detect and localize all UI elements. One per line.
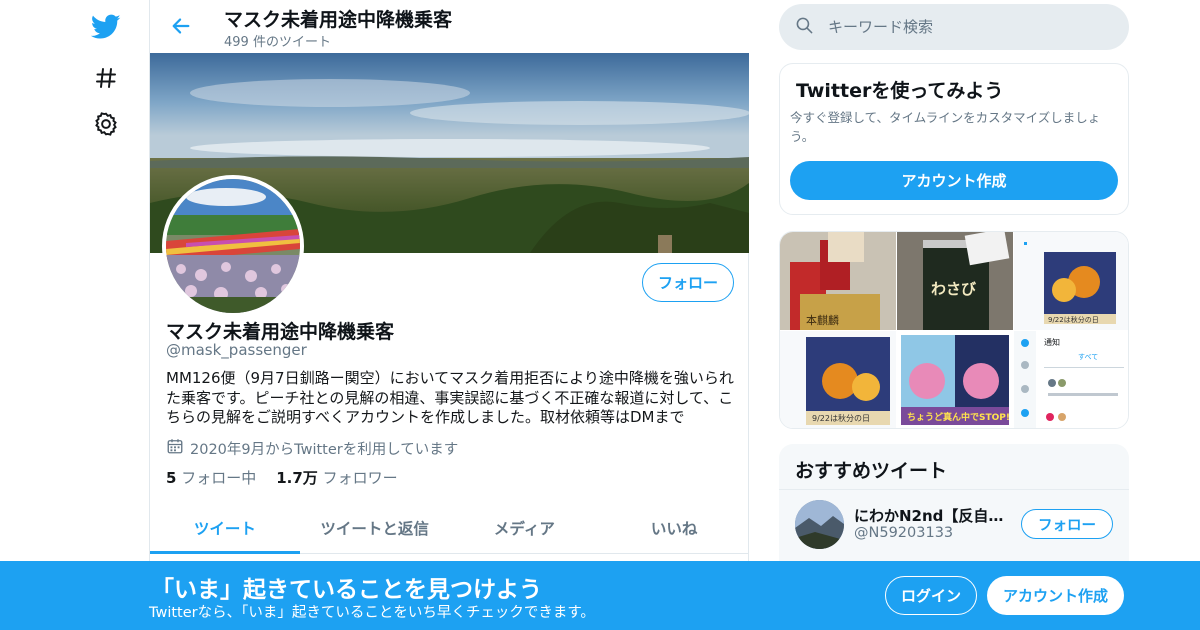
media-thumb-noodle[interactable]: わさび: [897, 232, 1013, 330]
followers-count: 1.7万: [276, 469, 318, 487]
media-thumb-autumn-2[interactable]: 9/22は秋分の日: [780, 331, 896, 428]
media-text-7: すべて: [1078, 353, 1098, 361]
login-button[interactable]: ログイン: [885, 576, 977, 615]
bottom-signup-bar: 「いま」起きていることを見つけよう Twitterなら、「いま」起きていることを…: [0, 561, 1200, 630]
media-thumb-blossom[interactable]: ちょうど真ん中でSTOP!: [897, 331, 1013, 428]
follow-button[interactable]: フォロー: [642, 263, 734, 302]
bottom-bar-title: 「いま」起きていることを見つけよう: [151, 577, 542, 603]
tab-tweets[interactable]: ツイート: [150, 502, 300, 554]
recommended-title: おすすめツイート: [795, 460, 948, 482]
search-icon: [795, 16, 814, 39]
profile-bio: MM126便（9月7日釧路ー関空）においてマスク着用拒否により途中降機を強いられ…: [166, 369, 734, 426]
tab-likes[interactable]: いいね: [599, 502, 749, 553]
profile-name: マスク未着用途中降機乗客: [166, 321, 395, 343]
media-text-4: 9/22は秋分の日: [812, 413, 870, 423]
recommended-user-handle: @N59203133: [854, 525, 954, 541]
join-date-text: 2020年9月からTwitterを利用しています: [190, 441, 459, 458]
media-text-2: わさび: [931, 280, 976, 298]
search-bar: [779, 4, 1129, 50]
profile-handle: @mask_passenger: [166, 341, 307, 359]
header-title: マスク未着用途中降機乗客: [224, 9, 453, 31]
follow-counts: 5 フォロー中 1.7万 フォロワー: [166, 467, 398, 488]
profile-avatar[interactable]: [162, 175, 304, 317]
media-thumb-screenshot[interactable]: 通知 すべて: [1014, 331, 1128, 428]
following-link[interactable]: 5 フォロー中: [166, 467, 256, 488]
following-count: 5: [166, 469, 177, 487]
back-arrow-icon[interactable]: [166, 11, 196, 41]
create-account-button[interactable]: アカウント作成: [790, 161, 1118, 200]
media-text-6: 通知: [1044, 337, 1060, 347]
media-text-3: 9/22は秋分の日: [1048, 315, 1099, 324]
hashtag-icon[interactable]: [86, 58, 126, 98]
bottom-bar-subtitle: Twitterなら、「いま」起きていることをいち早くチェックできます。: [149, 605, 595, 621]
twitter-bird-icon[interactable]: [86, 7, 126, 47]
profile-column: マスク未着用途中降機乗客 499 件のツイート フォロー マスク未着用途中降機乗…: [149, 0, 749, 630]
tweet-count: 499 件のツイート: [224, 35, 331, 50]
following-label: フォロー中: [181, 469, 257, 487]
signup-card-title: Twitterを使ってみよう: [796, 80, 1004, 102]
signup-card: Twitterを使ってみよう 今すぐ登録して、タイムラインをカスタマイズしましょ…: [779, 63, 1129, 215]
media-grid: 本麒麟 わさび 9/22は秋分の日 9/22は秋分の日 ちょうど真ん中でSTOP…: [779, 231, 1129, 429]
media-text-1: 本麒麟: [806, 313, 839, 327]
profile-tabs: ツイート ツイートと返信 メディア いいね: [150, 502, 749, 554]
calendar-icon: [166, 437, 184, 459]
tab-media[interactable]: メディア: [450, 502, 600, 553]
media-thumb-beer[interactable]: 本麒麟: [780, 232, 896, 330]
signup-card-description: 今すぐ登録して、タイムラインをカスタマイズしましょう。: [790, 110, 1101, 144]
recommended-follow-button[interactable]: フォロー: [1021, 509, 1113, 539]
join-date: 2020年9月からTwitterを利用しています: [166, 437, 458, 459]
followers-link[interactable]: 1.7万 フォロワー: [276, 467, 397, 488]
divider: [779, 489, 1129, 490]
gear-icon[interactable]: [86, 104, 126, 144]
recommended-user-avatar[interactable]: [795, 500, 844, 549]
followers-label: フォロワー: [322, 469, 398, 487]
recommended-user-name[interactable]: にわかN2nd【反自粛】: [854, 505, 1014, 526]
media-thumb-autumn-1[interactable]: 9/22は秋分の日: [1014, 232, 1128, 330]
search-input[interactable]: [828, 18, 1088, 36]
media-text-5: ちょうど真ん中でSTOP!: [907, 411, 1010, 423]
profile-header-bar: マスク未着用途中降機乗客 499 件のツイート: [150, 0, 749, 53]
left-nav: [80, 0, 132, 630]
tab-tweets-and-replies[interactable]: ツイートと返信: [300, 502, 450, 553]
signup-button[interactable]: アカウント作成: [987, 576, 1124, 615]
